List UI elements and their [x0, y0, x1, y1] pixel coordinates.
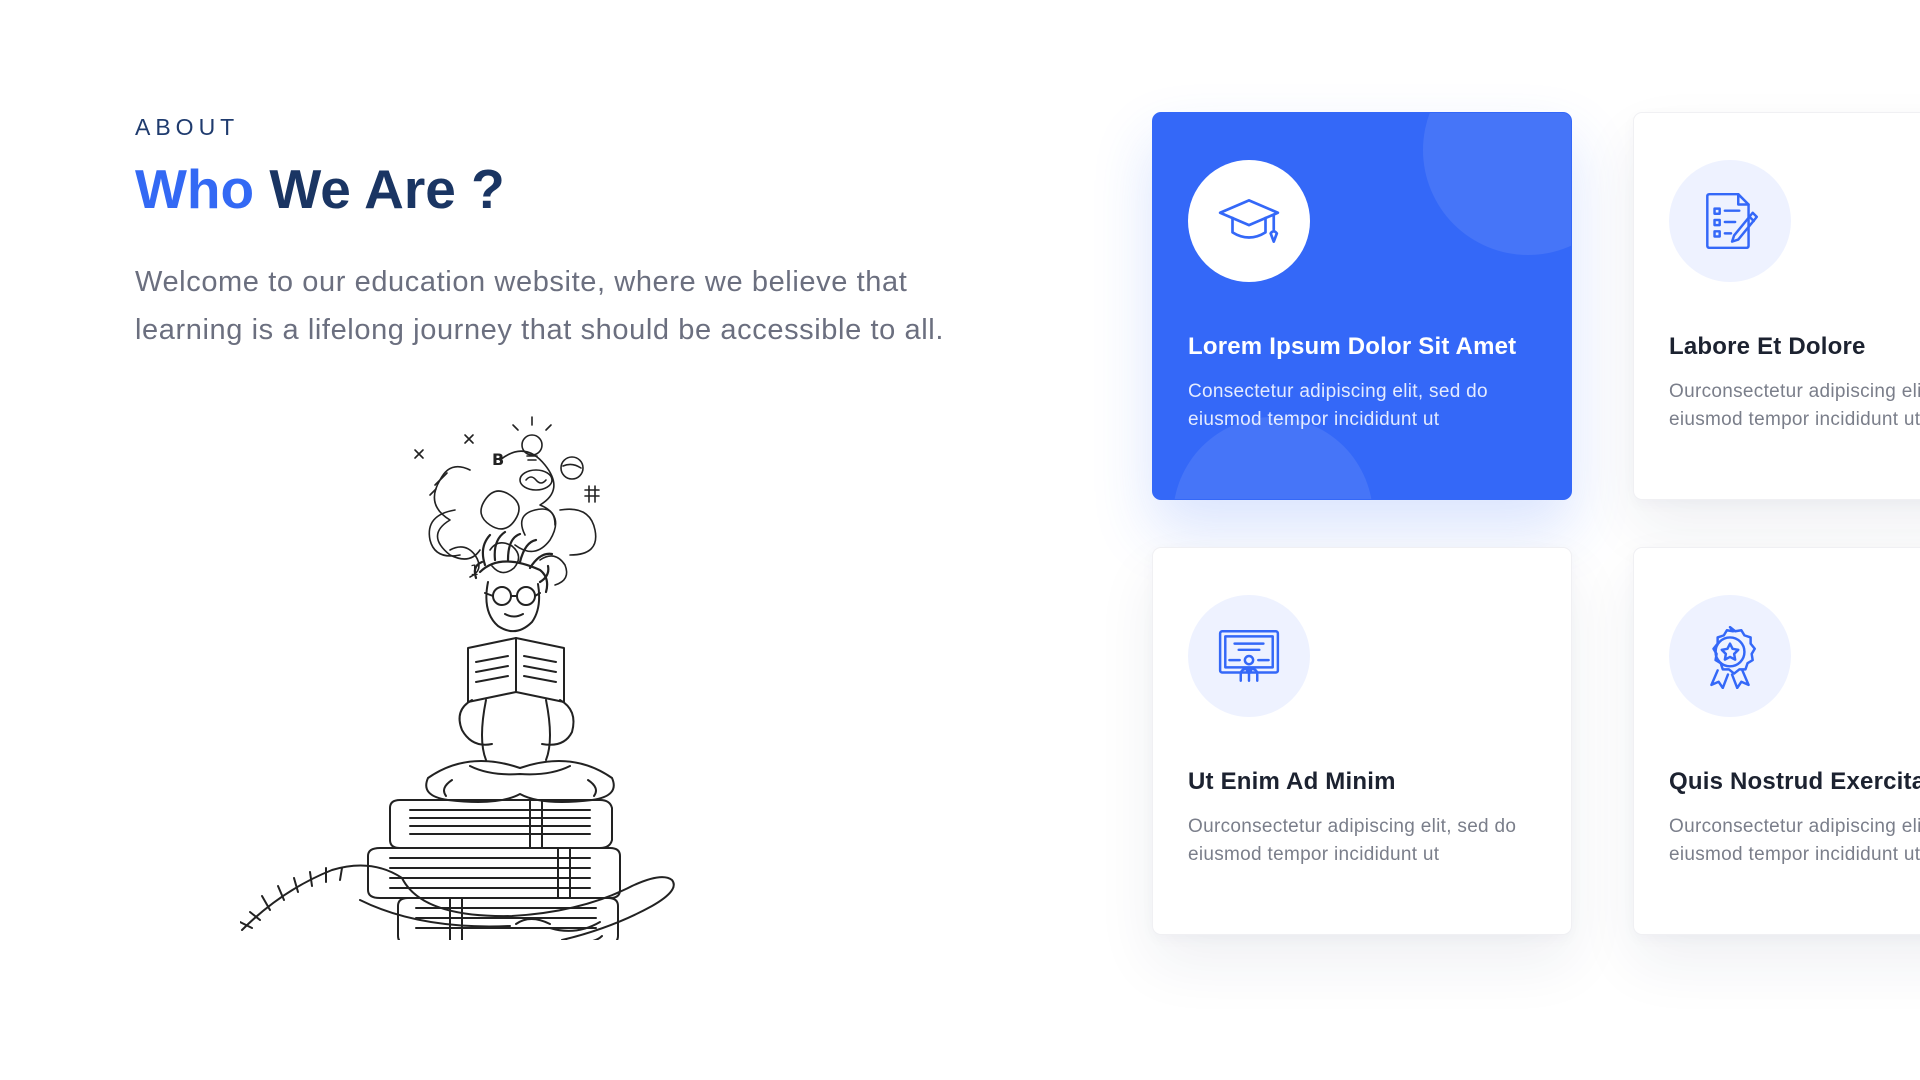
feature-card-4[interactable]: Quis Nostrud Exercitation Ourconsectetur… [1633, 547, 1920, 935]
card-description: Consectetur adipiscing elit, sed do eius… [1188, 381, 1488, 430]
card-description: Ourconsectetur adipiscing elit, sed do e… [1188, 816, 1517, 865]
student-reading-on-books-in-hand-icon: B 1 [240, 416, 675, 940]
section-eyebrow: ABOUT [135, 114, 240, 140]
card-icon-wrapper [1669, 595, 1791, 717]
card-icon-wrapper [1188, 595, 1310, 717]
card-icon-wrapper [1188, 160, 1310, 282]
section-title-rest: We Are ? [254, 158, 505, 220]
svg-text:B: B [492, 450, 504, 469]
card-title: Ut Enim Ad Minim [1188, 768, 1396, 795]
card-title: Labore Et Dolore [1669, 333, 1866, 360]
section-title-accent: Who [135, 158, 255, 220]
feature-card-1[interactable]: Lorem Ipsum Dolor Sit Amet Consectetur a… [1152, 112, 1572, 500]
card-title: Lorem Ipsum Dolor Sit Amet [1188, 333, 1517, 360]
section-title: Who We Are ? [135, 156, 505, 222]
card-description: Ourconsectetur adipiscing elit, sed do e… [1669, 381, 1920, 430]
card-icon-wrapper [1669, 160, 1791, 282]
intro-paragraph: Welcome to our education website, where … [135, 266, 944, 346]
card-title: Quis Nostrud Exercitation [1669, 768, 1920, 795]
about-section: ABOUT Who We Are ? Welcome to our educat… [0, 0, 1920, 1080]
card-decoration-circle [1423, 113, 1571, 255]
graduation-cap-icon [1218, 199, 1280, 243]
card-description: Ourconsectetur adipiscing elit, sed do e… [1669, 816, 1920, 865]
certificate-icon [1218, 630, 1280, 682]
document-checklist-icon [1706, 192, 1759, 250]
feature-card-3[interactable]: Ut Enim Ad Minim Ourconsectetur adipisci… [1152, 547, 1572, 935]
feature-card-2[interactable]: Labore Et Dolore Ourconsectetur adipisci… [1633, 112, 1920, 500]
award-badge-icon [1710, 625, 1756, 689]
